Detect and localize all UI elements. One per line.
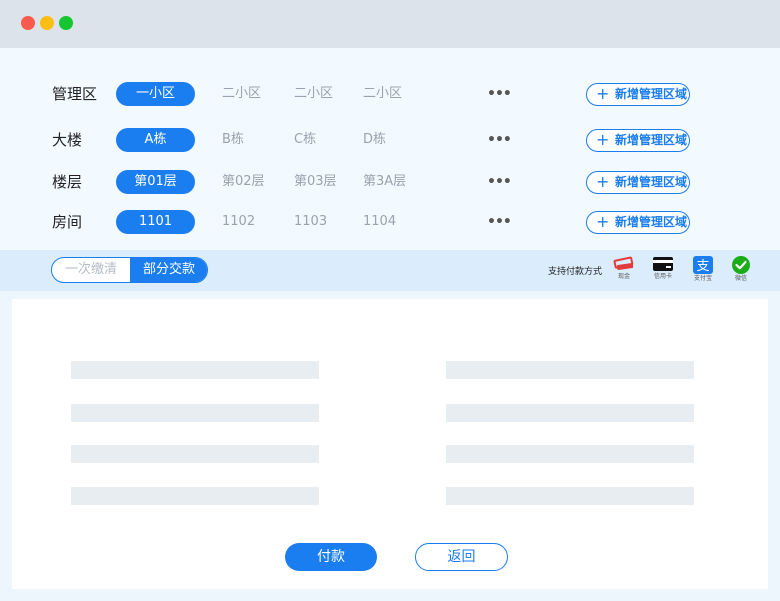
more-options-button[interactable]: ••• (487, 127, 512, 153)
content-placeholder (446, 487, 694, 505)
row-management-area: 管理区 一小区 二小区 二小区 二小区 ••• + 新增管理区域 (0, 81, 780, 107)
row-label: 大楼 (52, 131, 83, 149)
window-titlebar (0, 0, 780, 48)
content-placeholder (446, 404, 694, 422)
row-label: 房间 (52, 213, 83, 231)
option[interactable]: D栋 (363, 127, 386, 153)
payment-mode-toggle: 一次缴清 部分交款 (51, 257, 208, 283)
payment-method-label: 信用卡 (653, 273, 672, 280)
row-floor: 楼层 第01层 第02层 第03层 第3A层 ••• + 新增管理区域 (0, 169, 780, 195)
content-placeholder (446, 361, 694, 379)
selected-option[interactable]: 1101 (116, 210, 195, 234)
payment-methods-label: 支持付款方式 (548, 267, 603, 277)
add-button-label: 新增管理区域 (615, 87, 688, 101)
option[interactable]: 1102 (222, 209, 255, 235)
back-button[interactable]: 返回 (415, 543, 508, 571)
content-placeholder (71, 361, 319, 379)
partial-payment-option[interactable]: 部分交款 (130, 258, 207, 282)
selected-option[interactable]: 第01层 (116, 170, 195, 194)
option[interactable]: C栋 (294, 127, 316, 153)
payment-method-wechat[interactable]: 微信 (729, 256, 753, 283)
close-window-button[interactable] (21, 16, 35, 30)
cash-icon (613, 256, 634, 270)
option[interactable]: 二小区 (222, 81, 261, 107)
add-button-label: 新增管理区域 (615, 175, 688, 189)
credit-card-icon (653, 257, 673, 271)
option[interactable]: 第02层 (222, 169, 265, 195)
payment-method-label: 微信 (734, 275, 747, 282)
content-placeholder (71, 404, 319, 422)
alipay-icon: 支 (693, 256, 713, 274)
add-button-label: 新增管理区域 (615, 215, 688, 229)
payment-method-alipay[interactable]: 支 支付宝 (691, 256, 715, 283)
more-options-button[interactable]: ••• (487, 81, 512, 107)
plus-icon: + (596, 172, 610, 191)
row-building: 大楼 A栋 B栋 C栋 D栋 ••• + 新增管理区域 (0, 127, 780, 153)
plus-icon: + (596, 84, 610, 103)
content-placeholder (71, 487, 319, 505)
wechat-icon (732, 256, 750, 274)
more-options-button[interactable]: ••• (487, 209, 512, 235)
payment-method-label: 现金 (617, 273, 630, 280)
pay-button[interactable]: 付款 (285, 543, 377, 571)
plus-icon: + (596, 130, 610, 149)
add-button-label: 新增管理区域 (615, 133, 688, 147)
maximize-window-button[interactable] (59, 16, 73, 30)
option[interactable]: 1103 (294, 209, 327, 235)
option[interactable]: 二小区 (363, 81, 402, 107)
option[interactable]: 第03层 (294, 169, 337, 195)
minimize-window-button[interactable] (40, 16, 54, 30)
payment-method-cash[interactable]: 现金 (612, 256, 636, 281)
payment-bar: 一次缴清 部分交款 支持付款方式 现金 信用卡 支 支付宝 微信 (0, 250, 780, 291)
option[interactable]: 二小区 (294, 81, 333, 107)
row-room: 房间 1101 1102 1103 1104 ••• + 新增管理区域 (0, 209, 780, 235)
add-management-area-button[interactable]: + 新增管理区域 (586, 83, 690, 106)
svg-text:支: 支 (696, 259, 709, 274)
content-placeholder (71, 445, 319, 463)
add-management-area-button[interactable]: + 新增管理区域 (586, 129, 690, 152)
payment-method-label: 支付宝 (693, 275, 712, 282)
selected-option[interactable]: 一小区 (116, 82, 195, 106)
more-options-button[interactable]: ••• (487, 169, 512, 195)
selected-option[interactable]: A栋 (116, 128, 195, 152)
row-label: 楼层 (52, 173, 83, 191)
add-management-area-button[interactable]: + 新增管理区域 (586, 211, 690, 234)
option[interactable]: B栋 (222, 127, 244, 153)
full-payment-option[interactable]: 一次缴清 (52, 258, 130, 282)
add-management-area-button[interactable]: + 新增管理区域 (586, 171, 690, 194)
area-selector-panel: 管理区 一小区 二小区 二小区 二小区 ••• + 新增管理区域 大楼 A栋 B… (0, 48, 780, 250)
payment-method-credit-card[interactable]: 信用卡 (651, 256, 675, 281)
option[interactable]: 1104 (363, 209, 396, 235)
option[interactable]: 第3A层 (363, 169, 406, 195)
row-label: 管理区 (52, 85, 98, 103)
plus-icon: + (596, 212, 610, 231)
payment-details-card (12, 299, 768, 589)
content-placeholder (446, 445, 694, 463)
